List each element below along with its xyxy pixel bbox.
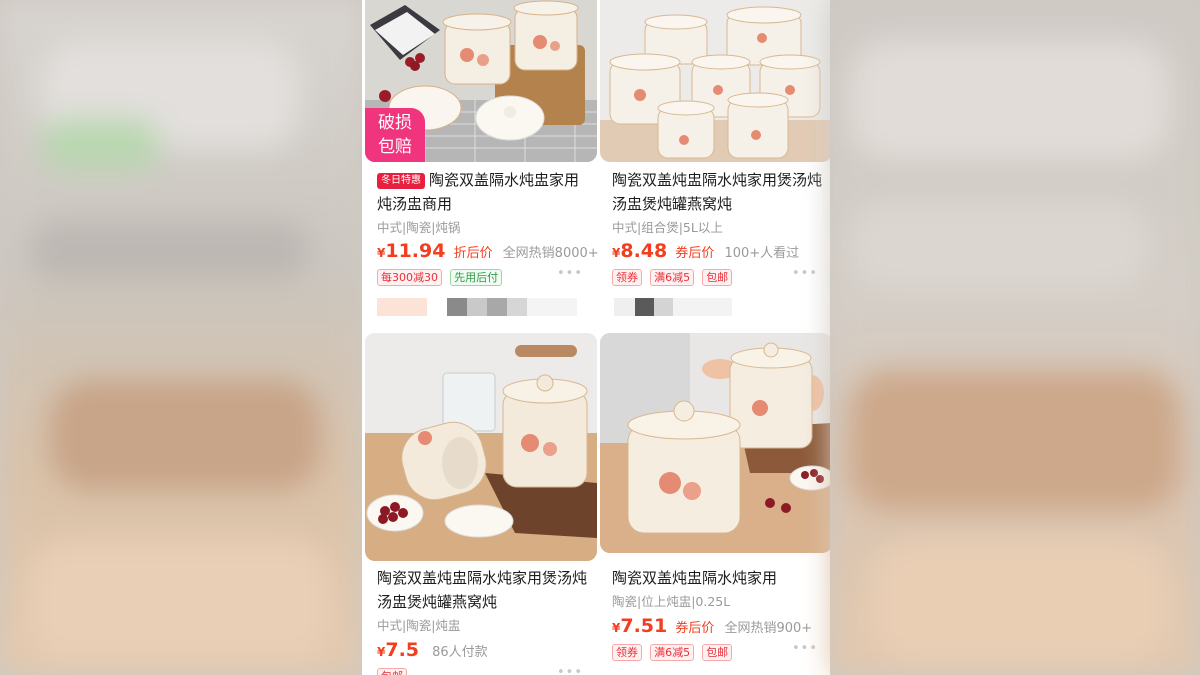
more-options-icon[interactable]: ••• xyxy=(792,641,818,656)
product-title[interactable]: 陶瓷双盖炖盅隔水炖家用煲汤炖汤盅煲炖罐燕窝炖 xyxy=(612,168,826,216)
product-image[interactable] xyxy=(600,0,830,162)
coupon-badge[interactable]: 领券 xyxy=(612,644,642,661)
price-label: 券后价 xyxy=(675,621,715,636)
free-shipping-badge: 包邮 xyxy=(702,644,733,661)
product-title[interactable]: 陶瓷双盖炖盅隔水炖家用煲汤炖汤盅煲炖罐燕窝炖 xyxy=(377,566,591,614)
product-title[interactable]: 冬日特惠 陶瓷双盖隔水炖盅家用炖汤盅商用 xyxy=(377,168,591,216)
price-row: ¥8.48 券后价 100+人看过 xyxy=(612,240,799,262)
price-row: ¥11.94 折后价 全网热销8000+ xyxy=(377,240,599,262)
product-attributes: 中式|陶瓷|炖锅 xyxy=(377,220,461,235)
view-count: 100+人看过 xyxy=(724,246,800,261)
sales-count: 全网热销8000+ xyxy=(502,246,599,261)
more-options-icon[interactable]: ••• xyxy=(792,266,818,281)
more-options-icon[interactable]: ••• xyxy=(557,665,583,675)
free-shipping-badge: 包邮 xyxy=(377,668,407,675)
coupon-badge[interactable]: 领券 xyxy=(612,269,642,286)
discount-badge: 每300减30 xyxy=(377,269,442,286)
promo-tag: 冬日特惠 xyxy=(377,173,425,189)
badge-line-2: 包赔 xyxy=(378,137,412,157)
price: ¥11.94 xyxy=(377,240,446,262)
price-label: 折后价 xyxy=(453,246,493,261)
product-attributes: 陶瓷|位上炖盅|0.25L xyxy=(612,594,731,609)
product-attributes: 中式|组合煲|5L以上 xyxy=(612,220,723,235)
blurred-shop-info xyxy=(614,298,732,316)
discount-badge: 满6减5 xyxy=(650,644,695,661)
product-attributes: 中式|陶瓷|炖盅 xyxy=(377,618,461,633)
blurred-shop-info xyxy=(377,298,577,316)
blurred-background-right xyxy=(830,0,1200,675)
price: ¥7.51 xyxy=(612,615,668,637)
promo-badges: 领券 满6减5 包邮 xyxy=(612,266,735,286)
free-shipping-badge: 包邮 xyxy=(702,269,733,286)
pay-later-badge: 先用后付 xyxy=(450,269,503,286)
price: ¥8.48 xyxy=(612,240,668,262)
promo-badges: 领券 满6减5 包邮 xyxy=(612,641,735,661)
price-row: ¥7.51 券后价 全网热销900+ xyxy=(612,615,812,637)
product-grid: 破损 包赔 冬日特惠 陶瓷双盖隔水炖盅家用炖汤盅商用 中式|陶瓷|炖锅 ¥11.9… xyxy=(362,0,830,675)
promo-badges: 每300减30 先用后付 xyxy=(377,266,505,286)
price-label: 券后价 xyxy=(675,246,715,261)
product-image[interactable] xyxy=(365,333,597,561)
payment-count: 86人付款 xyxy=(432,645,488,660)
product-title[interactable]: 陶瓷双盖炖盅隔水炖家用 xyxy=(612,566,826,590)
blurred-background-left xyxy=(0,0,362,675)
more-options-icon[interactable]: ••• xyxy=(557,266,583,281)
damage-compensation-badge: 破损 包赔 xyxy=(365,108,425,162)
promo-badges: 包邮 xyxy=(377,665,410,675)
discount-badge: 满6减5 xyxy=(650,269,695,286)
badge-line-1: 破损 xyxy=(378,113,412,133)
price-row: ¥7.5 86人付款 xyxy=(377,639,488,661)
price: ¥7.5 xyxy=(377,639,420,661)
sales-count: 全网热销900+ xyxy=(724,621,813,636)
product-image[interactable] xyxy=(600,333,830,553)
